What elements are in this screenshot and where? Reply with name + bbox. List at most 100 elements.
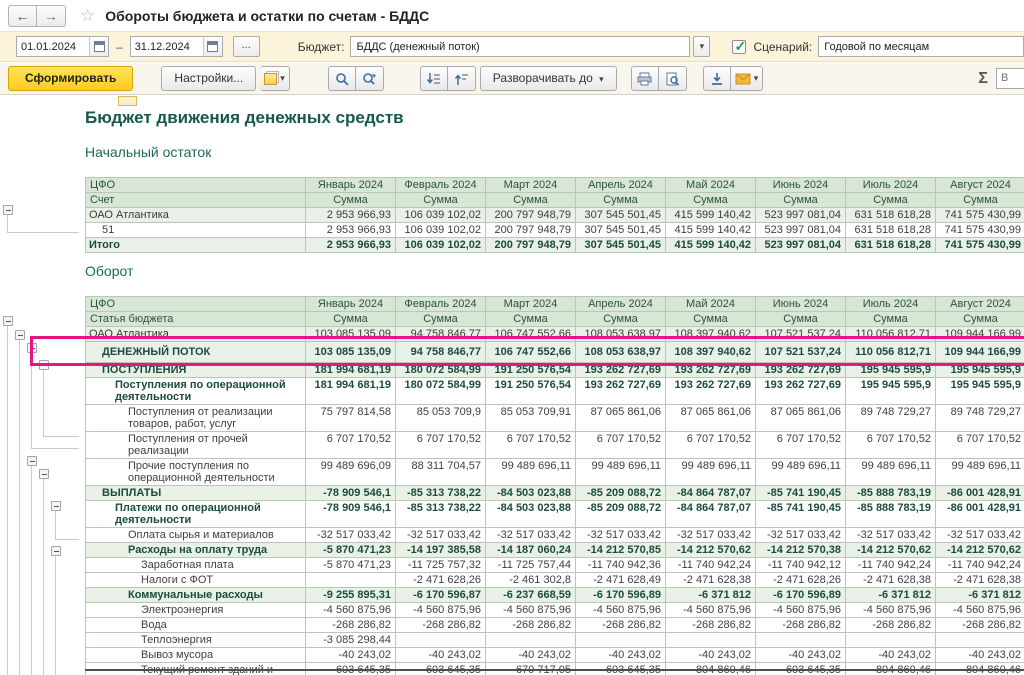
save-file-button[interactable] — [703, 66, 731, 91]
value-cell[interactable] — [576, 633, 666, 648]
value-cell[interactable]: 193 262 727,69 — [756, 378, 846, 405]
value-cell[interactable]: 6 707 170,52 — [666, 432, 756, 459]
value-cell[interactable]: -4 560 875,96 — [756, 603, 846, 618]
value-cell[interactable]: -5 870 471,23 — [306, 543, 396, 558]
row-label-cell[interactable]: Поступления по операционной деятельности — [86, 378, 306, 405]
value-cell[interactable]: 415 599 140,42 — [666, 208, 756, 223]
value-cell[interactable]: -84 503 023,88 — [486, 501, 576, 528]
value-cell[interactable]: 415 599 140,42 — [666, 238, 756, 253]
value-cell[interactable]: -32 517 033,42 — [396, 528, 486, 543]
search-next-button[interactable] — [356, 66, 384, 91]
value-cell[interactable]: -14 187 060,24 — [486, 543, 576, 558]
value-cell[interactable]: 2 953 966,93 — [306, 238, 396, 253]
value-cell[interactable]: 75 797 814,58 — [306, 405, 396, 432]
value-cell[interactable]: 195 945 595,9 — [936, 378, 1024, 405]
period-from-input[interactable] — [17, 37, 89, 56]
row-label-cell[interactable]: Итого — [86, 238, 306, 253]
value-cell[interactable]: 99 489 696,11 — [756, 459, 846, 486]
value-cell[interactable]: 181 994 681,19 — [306, 363, 396, 378]
value-cell[interactable] — [306, 573, 396, 588]
print-preview-button[interactable] — [659, 66, 687, 91]
row-label-cell[interactable]: Вывоз мусора — [86, 648, 306, 663]
value-cell[interactable]: 191 250 576,54 — [486, 363, 576, 378]
value-cell[interactable]: -85 888 783,19 — [846, 501, 936, 528]
value-cell[interactable]: 110 056 812,71 — [846, 342, 936, 363]
budget-dropdown-button[interactable]: ▾ — [693, 36, 710, 57]
value-cell[interactable]: 99 489 696,11 — [486, 459, 576, 486]
outline-collapse-button[interactable] — [39, 360, 49, 370]
value-cell[interactable]: -6 170 596,89 — [756, 588, 846, 603]
value-cell[interactable]: 195 945 595,9 — [936, 363, 1024, 378]
value-cell[interactable]: 200 797 948,79 — [486, 223, 576, 238]
value-cell[interactable]: -11 725 757,44 — [486, 558, 576, 573]
value-cell[interactable]: -85 888 783,19 — [846, 486, 936, 501]
value-cell[interactable]: -2 471 628,26 — [396, 573, 486, 588]
outline-collapse-button[interactable] — [27, 343, 37, 353]
value-cell[interactable]: 2 953 966,93 — [306, 208, 396, 223]
value-cell[interactable]: -84 503 023,88 — [486, 486, 576, 501]
value-cell[interactable]: -14 212 570,85 — [576, 543, 666, 558]
value-cell[interactable]: 6 707 170,52 — [846, 432, 936, 459]
row-label-cell[interactable]: Поступления от реализации товаров, работ… — [86, 405, 306, 432]
value-cell[interactable]: 106 747 552,66 — [486, 342, 576, 363]
value-cell[interactable]: -268 286,82 — [396, 618, 486, 633]
value-cell[interactable]: 94 758 846,77 — [396, 327, 486, 342]
autosum-field[interactable]: В — [996, 68, 1024, 89]
value-cell[interactable]: 193 262 727,69 — [666, 363, 756, 378]
scenario-input[interactable] — [818, 36, 1024, 57]
value-cell[interactable]: -11 740 942,24 — [846, 558, 936, 573]
row-label-cell[interactable]: Прочие поступления по операционной деяте… — [86, 459, 306, 486]
value-cell[interactable]: -4 560 875,96 — [846, 603, 936, 618]
collapse-groups-button[interactable] — [448, 66, 476, 91]
value-cell[interactable]: 106 039 102,02 — [396, 223, 486, 238]
value-cell[interactable] — [666, 633, 756, 648]
value-cell[interactable]: -268 286,82 — [576, 618, 666, 633]
row-label-cell[interactable]: 51 — [86, 223, 306, 238]
generate-button[interactable]: Сформировать — [8, 66, 133, 91]
search-button[interactable] — [328, 66, 356, 91]
value-cell[interactable]: -40 243,02 — [936, 648, 1024, 663]
period-to-input[interactable] — [131, 37, 203, 56]
value-cell[interactable]: -14 212 570,38 — [756, 543, 846, 558]
value-cell[interactable]: -4 560 875,96 — [486, 603, 576, 618]
value-cell[interactable]: 87 065 861,06 — [576, 405, 666, 432]
value-cell[interactable]: 109 944 166,99 — [936, 327, 1024, 342]
expand-to-button[interactable]: Разворачивать до ▾ — [480, 66, 617, 91]
value-cell[interactable]: -4 560 875,96 — [576, 603, 666, 618]
value-cell[interactable]: -14 197 385,58 — [396, 543, 486, 558]
value-cell[interactable]: -78 909 546,1 — [306, 501, 396, 528]
value-cell[interactable]: -2 471 628,26 — [756, 573, 846, 588]
value-cell[interactable]: -32 517 033,42 — [576, 528, 666, 543]
value-cell[interactable]: 99 489 696,11 — [576, 459, 666, 486]
value-cell[interactable]: 523 997 081,04 — [756, 208, 846, 223]
value-cell[interactable]: 87 065 861,06 — [756, 405, 846, 432]
value-cell[interactable]: 191 250 576,54 — [486, 378, 576, 405]
value-cell[interactable]: -32 517 033,42 — [936, 528, 1024, 543]
value-cell[interactable]: 6 707 170,52 — [306, 432, 396, 459]
value-cell[interactable]: 200 797 948,79 — [486, 238, 576, 253]
value-cell[interactable]: -11 740 942,24 — [666, 558, 756, 573]
value-cell[interactable]: -2 471 628,49 — [576, 573, 666, 588]
value-cell[interactable]: 108 053 638,97 — [576, 342, 666, 363]
value-cell[interactable]: 108 053 638,97 — [576, 327, 666, 342]
value-cell[interactable]: 103 085 135,09 — [306, 342, 396, 363]
value-cell[interactable]: -40 243,02 — [666, 648, 756, 663]
value-cell[interactable]: -14 212 570,62 — [936, 543, 1024, 558]
value-cell[interactable]: -11 740 942,24 — [936, 558, 1024, 573]
value-cell[interactable]: 193 262 727,69 — [666, 378, 756, 405]
send-email-button[interactable]: ▾ — [731, 66, 764, 91]
value-cell[interactable]: 307 545 501,45 — [576, 238, 666, 253]
row-label-cell[interactable]: Оплата сырья и материалов — [86, 528, 306, 543]
value-cell[interactable]: 85 053 709,91 — [486, 405, 576, 432]
calendar-button[interactable] — [203, 37, 222, 56]
value-cell[interactable]: 107 521 537,24 — [756, 327, 846, 342]
value-cell[interactable]: -2 471 628,38 — [666, 573, 756, 588]
value-cell[interactable]: -11 740 942,12 — [756, 558, 846, 573]
value-cell[interactable]: -6 170 596,89 — [576, 588, 666, 603]
value-cell[interactable]: 741 575 430,99 — [936, 238, 1024, 253]
value-cell[interactable]: -14 212 570,62 — [846, 543, 936, 558]
value-cell[interactable]: -4 560 875,96 — [666, 603, 756, 618]
value-cell[interactable]: 99 489 696,09 — [306, 459, 396, 486]
value-cell[interactable] — [846, 633, 936, 648]
value-cell[interactable]: -9 255 895,31 — [306, 588, 396, 603]
